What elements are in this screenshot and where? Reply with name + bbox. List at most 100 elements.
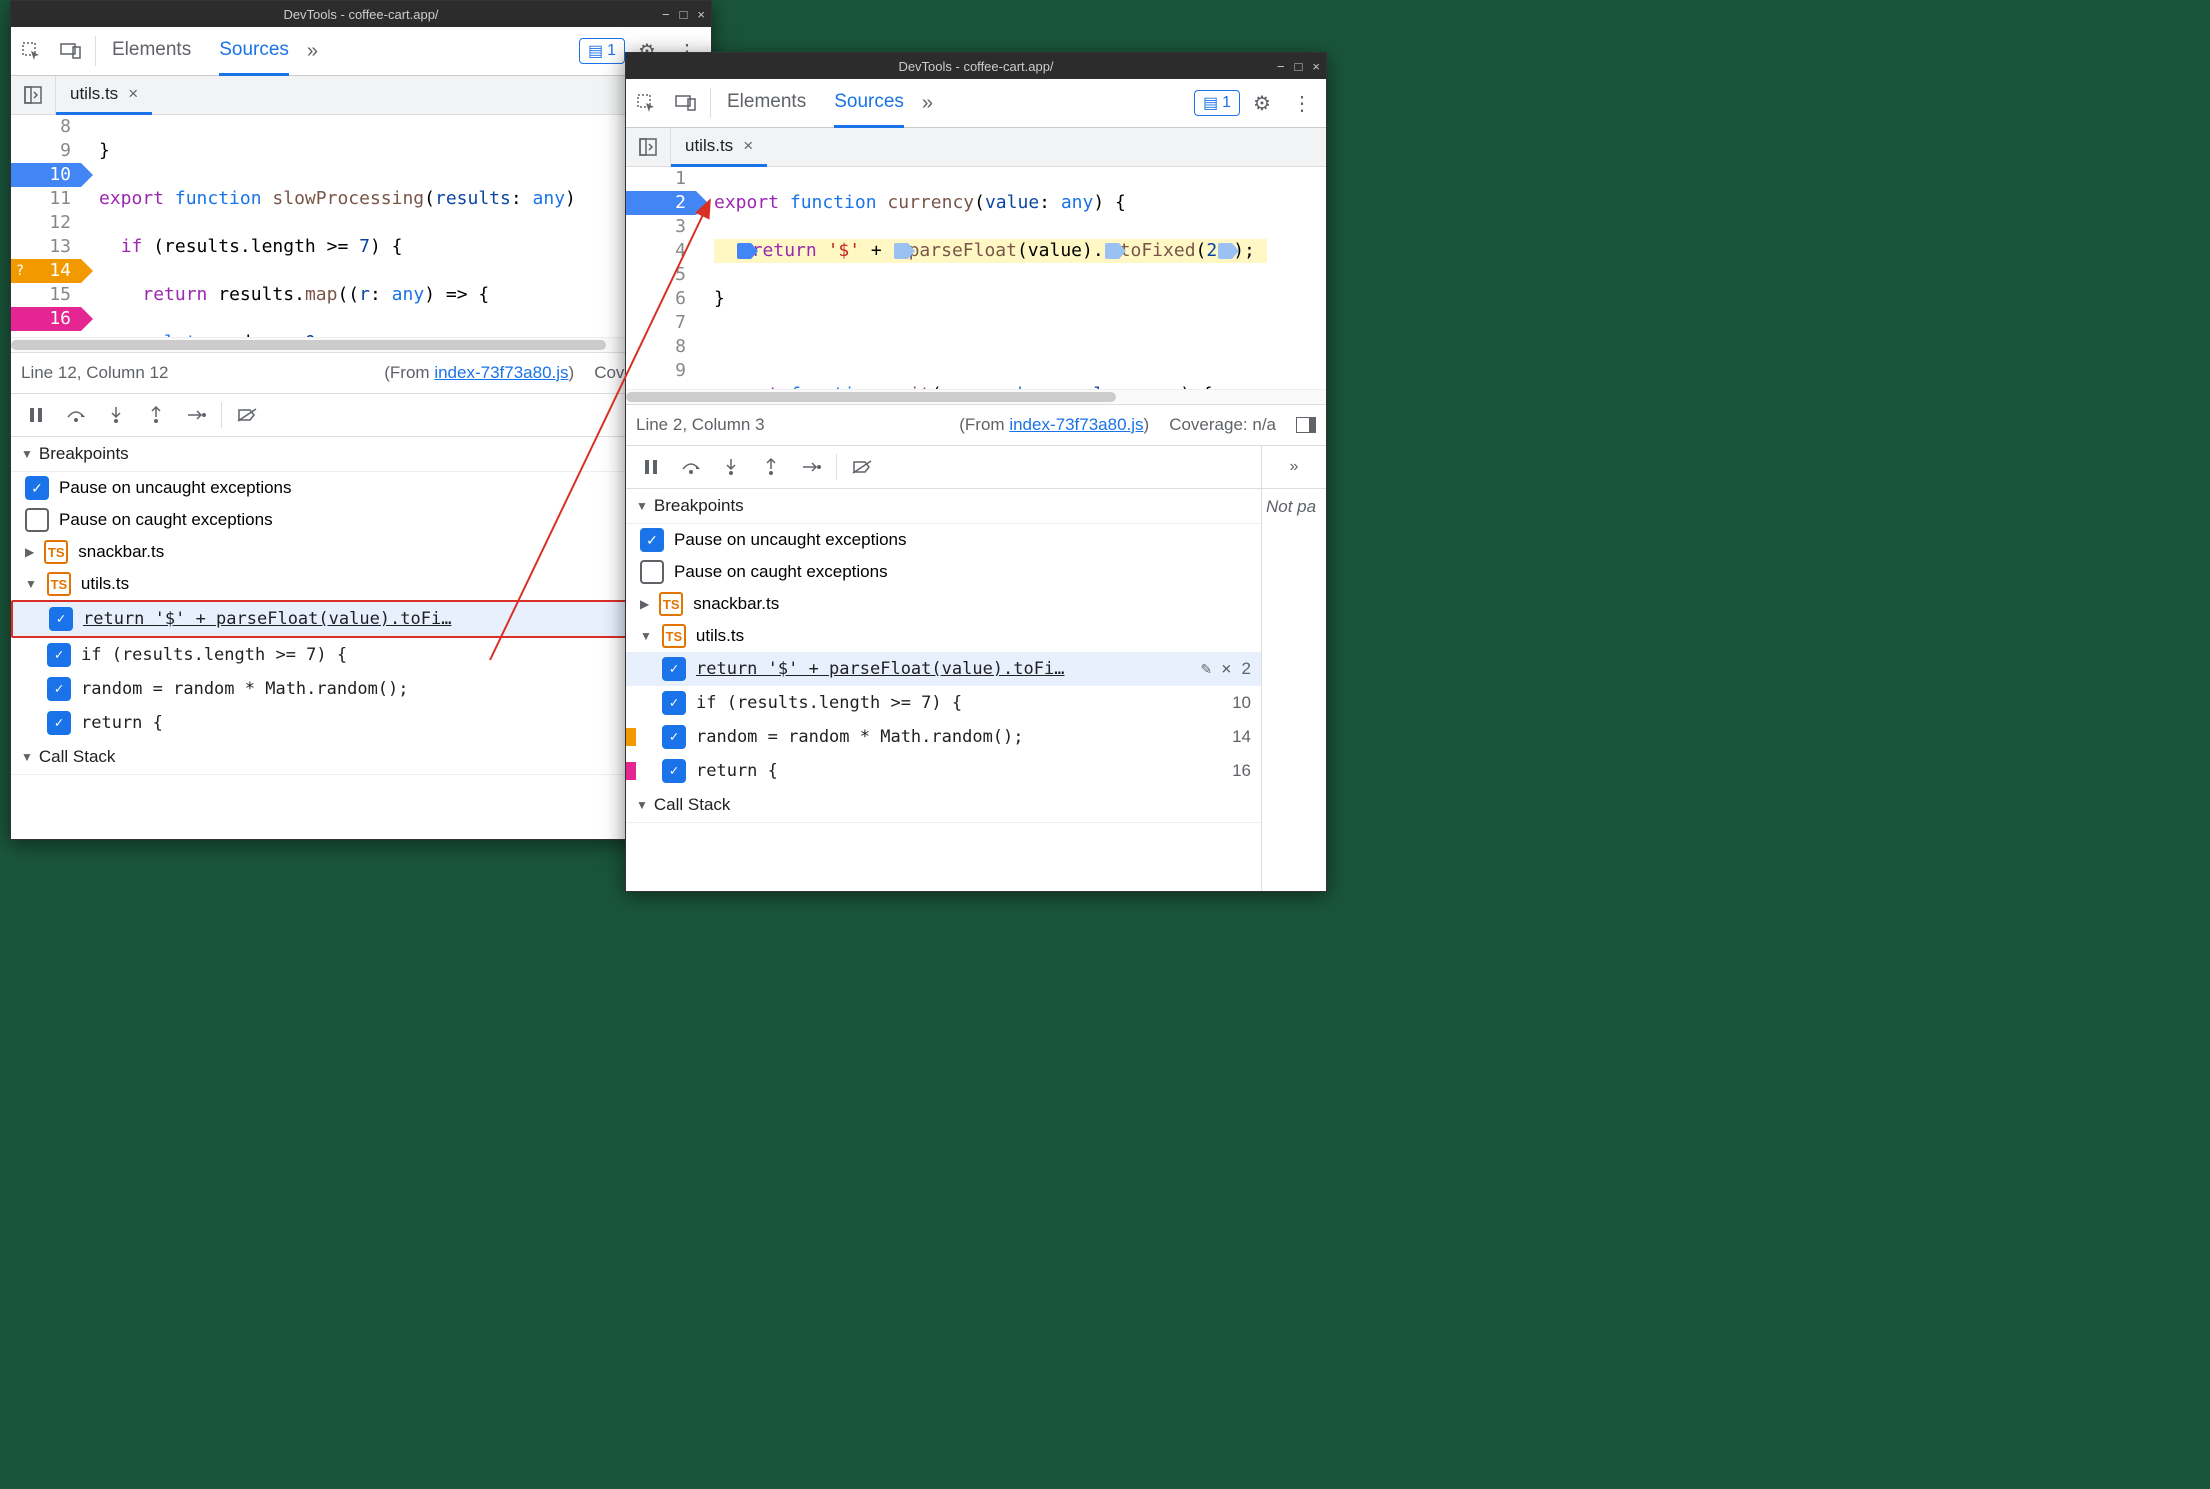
callstack-section-header[interactable]: ▼ Call Stack <box>11 740 711 775</box>
breakpoint-line: 10 <box>1232 693 1251 713</box>
inspect-icon[interactable] <box>626 83 666 123</box>
step-into-icon[interactable] <box>712 448 750 486</box>
breakpoint-text: random = random * Math.random(); <box>81 679 672 699</box>
checkbox-empty-icon[interactable] <box>640 560 664 584</box>
expand-icon: ▶ <box>25 545 34 559</box>
checkbox-checked-icon[interactable]: ✓ <box>640 528 664 552</box>
more-tabs-icon[interactable]: » <box>922 92 933 115</box>
deactivate-breakpoints-icon[interactable] <box>228 396 266 434</box>
code-editor[interactable]: 8 9 10 11 12 13 ?14 15 16 } export funct… <box>11 115 711 337</box>
line-gutter[interactable]: 1 2 3 4 5 6 7 8 9 <box>626 167 696 389</box>
maximize-icon[interactable]: □ <box>680 7 688 22</box>
close-window-icon[interactable]: × <box>1312 59 1320 74</box>
checkbox-checked-icon[interactable]: ✓ <box>662 759 686 783</box>
window-titlebar[interactable]: DevTools - coffee-cart.app/ − □ × <box>626 53 1326 79</box>
source-link[interactable]: index-73f73a80.js <box>1009 415 1143 434</box>
more-tabs-icon[interactable]: » <box>1262 446 1326 489</box>
step-icon[interactable] <box>177 396 215 434</box>
pause-uncaught-row[interactable]: ✓ Pause on uncaught exceptions <box>11 472 711 504</box>
checkbox-empty-icon[interactable] <box>25 508 49 532</box>
file-tab-utils[interactable]: utils.ts × <box>671 128 767 167</box>
breakpoints-section-header[interactable]: ▼ Breakpoints <box>626 489 1261 524</box>
tab-elements[interactable]: Elements <box>112 27 191 76</box>
edit-icon[interactable]: ✎ <box>1201 659 1211 679</box>
checkbox-checked-icon[interactable]: ✓ <box>25 476 49 500</box>
pause-caught-row[interactable]: Pause on caught exceptions <box>626 556 1261 588</box>
close-tab-icon[interactable]: × <box>743 136 753 156</box>
navigator-toggle-icon[interactable] <box>626 128 671 166</box>
horizontal-scrollbar[interactable] <box>626 389 1326 404</box>
step-over-icon[interactable] <box>57 396 95 434</box>
issues-count: 1 <box>607 42 616 60</box>
more-tabs-icon[interactable]: » <box>307 40 318 63</box>
device-icon[interactable] <box>666 83 706 123</box>
line-gutter[interactable]: 8 9 10 11 12 13 ?14 15 16 <box>11 115 81 337</box>
step-icon[interactable] <box>792 448 830 486</box>
breakpoint-item[interactable]: ✓ return { 16 <box>626 754 1261 788</box>
checkbox-checked-icon[interactable]: ✓ <box>49 607 73 631</box>
minimize-icon[interactable]: − <box>1277 59 1285 74</box>
ts-file-icon: TS <box>44 540 68 564</box>
window-titlebar[interactable]: DevTools - coffee-cart.app/ − □ × <box>11 1 711 27</box>
delete-icon[interactable]: × <box>1221 659 1231 679</box>
gear-icon[interactable]: ⚙ <box>1244 91 1280 116</box>
tab-elements[interactable]: Elements <box>727 79 806 128</box>
file-group-utils[interactable]: ▼ TS utils.ts <box>11 568 711 600</box>
file-group-snackbar[interactable]: ▶ TS snackbar.ts <box>626 588 1261 620</box>
step-out-icon[interactable] <box>752 448 790 486</box>
file-tab-label: utils.ts <box>70 84 118 104</box>
deactivate-breakpoints-icon[interactable] <box>843 448 881 486</box>
device-icon[interactable] <box>51 31 91 71</box>
breakpoint-text: return { <box>696 761 1222 781</box>
close-tab-icon[interactable]: × <box>128 84 138 104</box>
kebab-icon[interactable]: ⋮ <box>1284 91 1320 116</box>
tab-sources[interactable]: Sources <box>834 79 904 128</box>
breakpoints-section-header[interactable]: ▼ Breakpoints <box>11 437 711 472</box>
coverage-status: Coverage: n/a <box>1169 415 1276 435</box>
breakpoint-text: return '$' + parseFloat(value).toFi… <box>83 609 639 629</box>
file-group-utils[interactable]: ▼ TS utils.ts <box>626 620 1261 652</box>
step-out-icon[interactable] <box>137 396 175 434</box>
breakpoint-item[interactable]: ✓ return '$' + parseFloat(value).toFi… ✎… <box>626 652 1261 686</box>
minimize-icon[interactable]: − <box>662 7 670 22</box>
close-window-icon[interactable]: × <box>697 7 705 22</box>
checkbox-checked-icon[interactable]: ✓ <box>662 725 686 749</box>
pause-uncaught-row[interactable]: ✓ Pause on uncaught exceptions <box>626 524 1261 556</box>
breakpoint-item[interactable]: ✓ random = random * Math.random(); 14 <box>626 720 1261 754</box>
pause-icon[interactable] <box>17 396 55 434</box>
checkbox-checked-icon[interactable]: ✓ <box>47 677 71 701</box>
file-tab-utils[interactable]: utils.ts × <box>56 76 152 115</box>
message-icon: ▤ <box>588 41 603 61</box>
horizontal-scrollbar[interactable] <box>11 337 711 352</box>
breakpoint-item[interactable]: ✓ return { 16 <box>11 706 711 740</box>
show-sidebar-icon[interactable] <box>1296 417 1316 433</box>
navigator-toggle-icon[interactable] <box>11 76 56 114</box>
source-from: (From index-73f73a80.js) <box>959 415 1149 435</box>
pause-icon[interactable] <box>632 448 670 486</box>
source-link[interactable]: index-73f73a80.js <box>434 363 568 382</box>
maximize-icon[interactable]: □ <box>1295 59 1303 74</box>
checkbox-checked-icon[interactable]: ✓ <box>662 691 686 715</box>
checkbox-checked-icon[interactable]: ✓ <box>47 711 71 735</box>
issues-badge[interactable]: ▤ 1 <box>1194 90 1240 116</box>
tab-sources[interactable]: Sources <box>219 27 289 76</box>
breakpoint-line: 2 <box>1242 659 1251 679</box>
code-editor[interactable]: 1 2 3 4 5 6 7 8 9 export function curren… <box>626 167 1326 389</box>
callstack-section-header[interactable]: ▼ Call Stack <box>626 788 1261 823</box>
checkbox-checked-icon[interactable]: ✓ <box>47 643 71 667</box>
breakpoint-item[interactable]: ✓ if (results.length >= 7) { 10 <box>11 638 711 672</box>
breakpoint-item[interactable]: ✓ return '$' + parseFloat(value).toFi… ✎… <box>11 600 711 638</box>
file-group-snackbar[interactable]: ▶ TS snackbar.ts <box>11 536 711 568</box>
pause-caught-label: Pause on caught exceptions <box>674 562 888 582</box>
step-into-icon[interactable] <box>97 396 135 434</box>
breakpoint-item[interactable]: ✓ if (results.length >= 7) { 10 <box>626 686 1261 720</box>
callstack-label: Call Stack <box>39 747 116 767</box>
inspect-icon[interactable] <box>11 31 51 71</box>
breakpoint-line: 14 <box>1232 727 1251 747</box>
checkbox-checked-icon[interactable]: ✓ <box>662 657 686 681</box>
breakpoint-item[interactable]: ✓ random = random * Math.random(); 14 <box>11 672 711 706</box>
step-over-icon[interactable] <box>672 448 710 486</box>
issues-badge[interactable]: ▤ 1 <box>579 38 625 64</box>
file-tab-row: utils.ts × <box>11 76 711 115</box>
pause-caught-row[interactable]: Pause on caught exceptions <box>11 504 711 536</box>
